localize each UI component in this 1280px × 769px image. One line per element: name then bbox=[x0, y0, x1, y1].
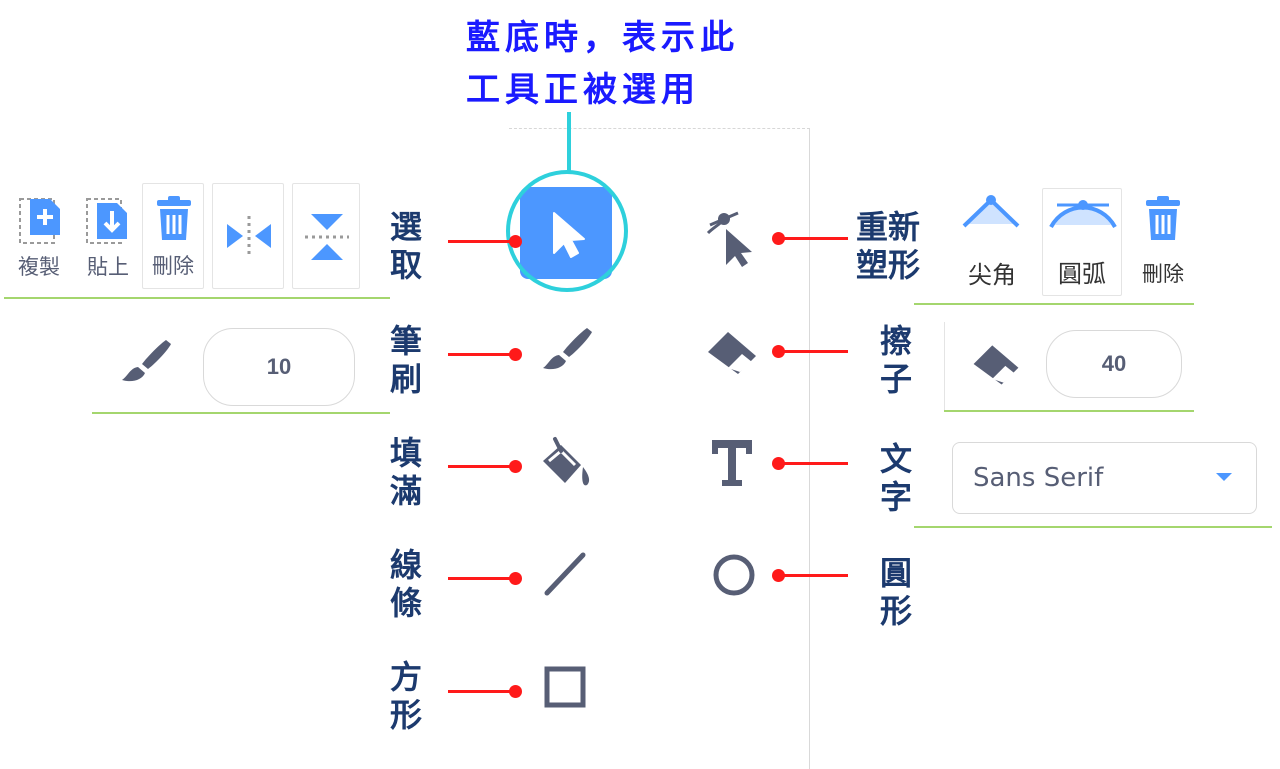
caret-down-icon bbox=[1216, 473, 1232, 481]
line-tool-button[interactable] bbox=[535, 545, 595, 605]
flip-horizontal-button[interactable] bbox=[212, 183, 284, 289]
label-rectangle: 方形 bbox=[389, 658, 422, 734]
eraser-icon bbox=[708, 332, 756, 374]
fill-bucket-icon bbox=[543, 437, 590, 486]
trash-icon bbox=[157, 196, 191, 240]
callout-line bbox=[567, 112, 571, 174]
pointed-icon bbox=[962, 195, 1020, 228]
pointer-eraser bbox=[772, 345, 848, 358]
copy-label: 複製 bbox=[18, 255, 60, 279]
brush-tool-button[interactable] bbox=[535, 322, 595, 382]
brush-icon bbox=[543, 328, 592, 370]
label-eraser: 擦子 bbox=[879, 322, 912, 398]
pointer-select bbox=[448, 235, 522, 248]
copy-button[interactable]: 複製 bbox=[8, 183, 70, 289]
label-brush: 筆刷 bbox=[389, 322, 422, 398]
pointer-rectangle bbox=[448, 685, 522, 698]
pointed-button[interactable]: 尖角 bbox=[952, 188, 1032, 296]
text-toolbar-underline bbox=[914, 526, 1272, 528]
eraser-size-input[interactable]: 40 bbox=[1046, 330, 1182, 398]
paste-label: 貼上 bbox=[87, 255, 129, 279]
pointer-reshape bbox=[772, 232, 848, 245]
circle-tool-button[interactable] bbox=[704, 545, 764, 605]
font-select[interactable]: Sans Serif bbox=[952, 442, 1257, 514]
rectangle-icon bbox=[544, 666, 586, 708]
paste-icon bbox=[86, 198, 127, 244]
annotation-line-1: 藍底時，表示此 bbox=[466, 18, 739, 58]
pointer-brush bbox=[448, 348, 522, 361]
label-select: 選取 bbox=[389, 208, 422, 284]
callout-circle bbox=[506, 170, 628, 292]
pointer-text bbox=[772, 457, 848, 470]
label-circle: 圓形 bbox=[879, 554, 912, 630]
text-tool-button[interactable] bbox=[702, 432, 762, 492]
pointed-label: 尖角 bbox=[968, 261, 1016, 289]
flip-vertical-button[interactable] bbox=[292, 183, 360, 289]
brush-size-input[interactable]: 10 bbox=[203, 328, 355, 406]
copy-icon bbox=[19, 198, 60, 244]
pointer-line bbox=[448, 572, 522, 585]
paste-button[interactable]: 貼上 bbox=[77, 183, 139, 289]
eraser-toolbar-underline bbox=[944, 410, 1194, 412]
curved-label: 圓弧 bbox=[1058, 260, 1106, 288]
line-icon bbox=[544, 552, 586, 596]
brush-size-icon bbox=[122, 340, 171, 382]
eraser-size-icon bbox=[973, 345, 1019, 385]
delete-label: 刪除 bbox=[152, 254, 194, 278]
reshape-toolbar-underline bbox=[914, 303, 1194, 305]
fill-tool-button[interactable] bbox=[535, 435, 595, 495]
reshape-delete-label: 刪除 bbox=[1142, 262, 1184, 286]
text-icon bbox=[712, 440, 752, 486]
annotation-line-2: 工具正被選用 bbox=[466, 70, 700, 110]
rectangle-tool-button[interactable] bbox=[535, 657, 595, 717]
label-reshape: 重新塑形 bbox=[856, 208, 921, 284]
label-text: 文字 bbox=[879, 440, 912, 516]
label-fill: 填滿 bbox=[389, 434, 422, 510]
flip-horizontal-icon bbox=[227, 216, 271, 256]
label-line: 線條 bbox=[389, 546, 422, 622]
curved-icon bbox=[1049, 200, 1117, 229]
curved-button[interactable]: 圓弧 bbox=[1042, 188, 1122, 296]
font-select-value: Sans Serif bbox=[973, 463, 1104, 493]
circle-icon bbox=[713, 554, 755, 596]
flip-vertical-icon bbox=[305, 214, 349, 260]
pointer-circle bbox=[772, 569, 848, 582]
select-toolbar-underline bbox=[4, 297, 390, 299]
eraser-tool-button[interactable] bbox=[702, 322, 762, 382]
reshape-icon bbox=[706, 211, 752, 267]
pointer-fill bbox=[448, 460, 522, 473]
brush-toolbar-underline bbox=[92, 412, 390, 414]
reshape-tool-button[interactable] bbox=[702, 207, 762, 267]
trash-icon bbox=[1146, 196, 1180, 240]
reshape-delete-button[interactable]: 刪除 bbox=[1132, 188, 1194, 296]
delete-button[interactable]: 刪除 bbox=[142, 183, 204, 289]
